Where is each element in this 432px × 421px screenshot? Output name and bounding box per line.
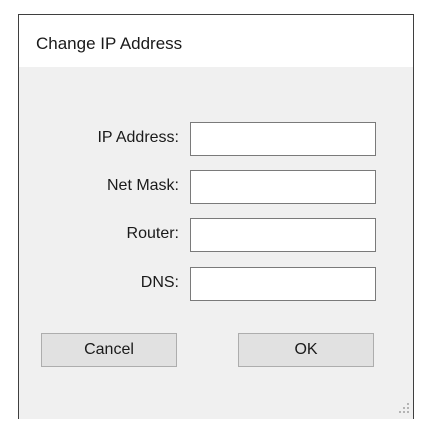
dialog-title: Change IP Address	[36, 34, 183, 53]
dns-label: DNS:	[140, 274, 179, 291]
resize-grip-icon[interactable]	[399, 403, 409, 413]
change-ip-dialog: Change IP Address IP Address: Net Mask: …	[18, 14, 414, 419]
router-input[interactable]	[190, 218, 376, 252]
dialog-titlebar: Change IP Address	[19, 15, 413, 67]
cancel-button[interactable]: Cancel	[41, 333, 177, 367]
router-label: Router:	[126, 225, 179, 242]
ip-address-label: IP Address:	[97, 129, 179, 146]
ip-address-input[interactable]	[190, 122, 376, 156]
net-mask-label: Net Mask:	[106, 177, 179, 194]
dns-input[interactable]	[190, 267, 376, 301]
net-mask-input[interactable]	[190, 170, 376, 204]
ok-button[interactable]: OK	[238, 333, 374, 367]
